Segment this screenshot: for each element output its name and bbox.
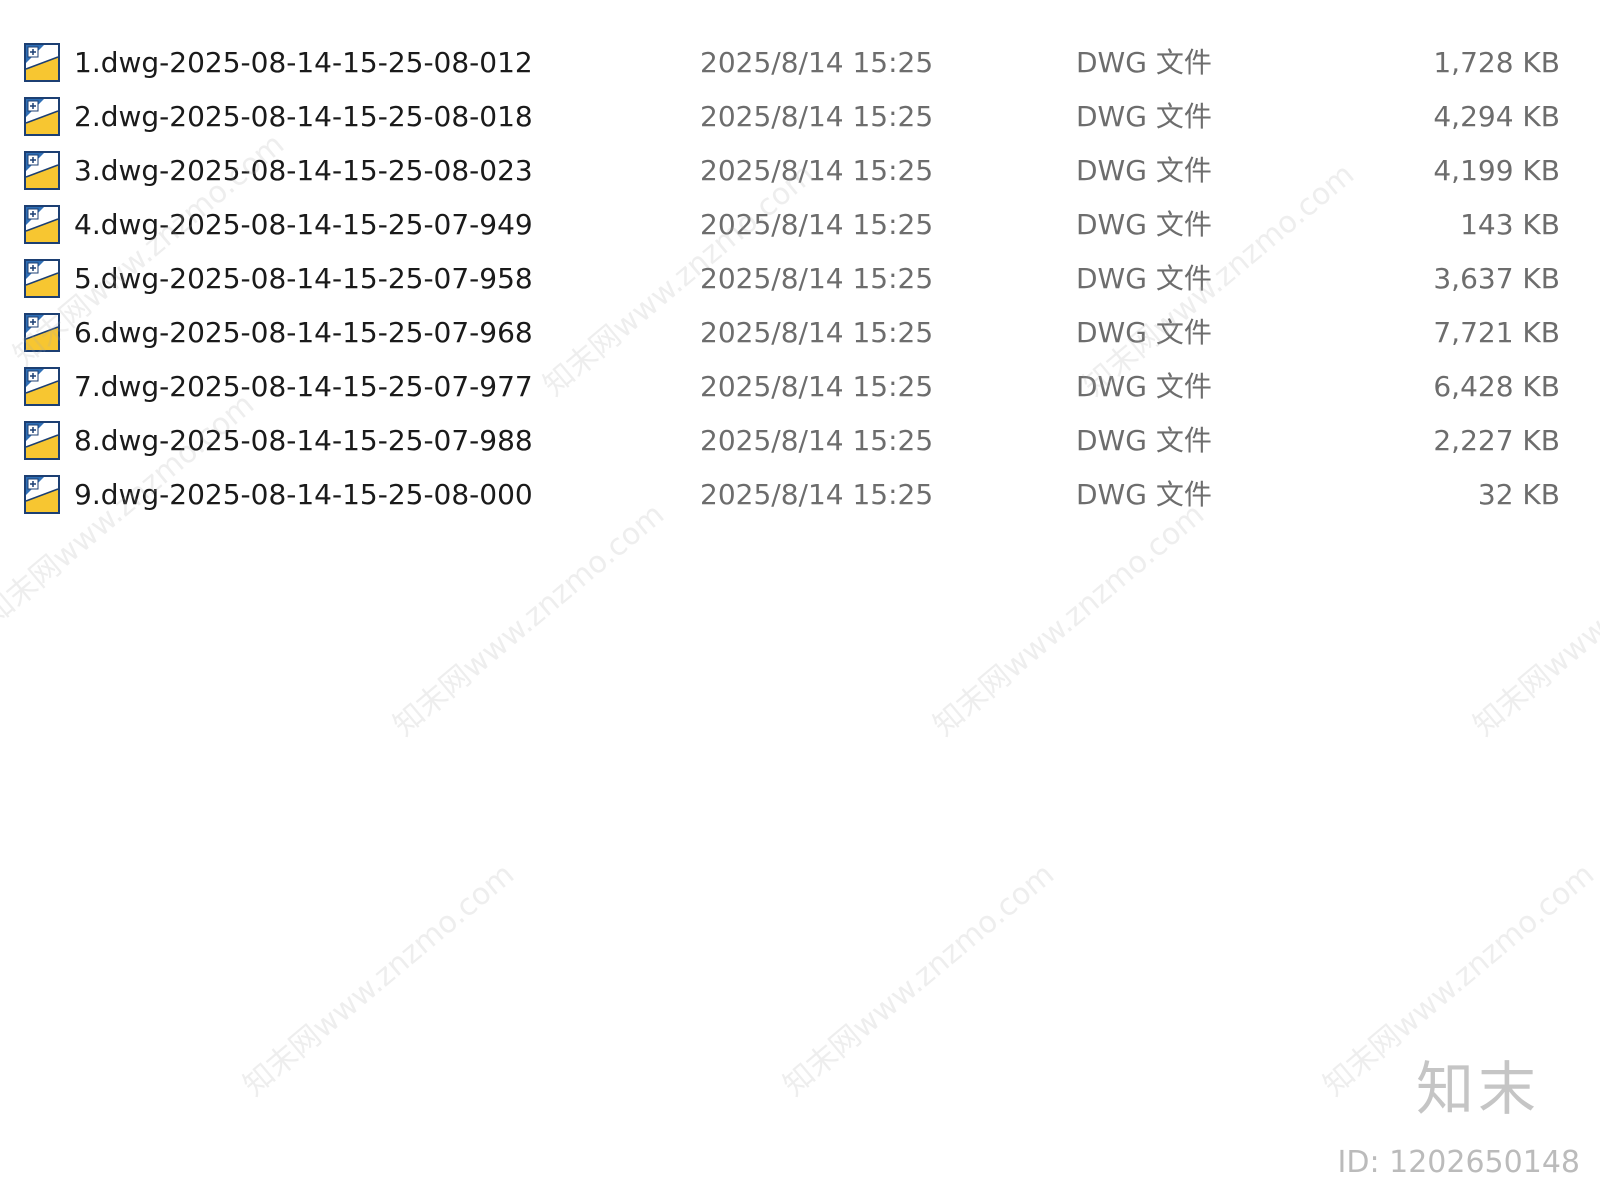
file-size: 7,721 KB xyxy=(1433,316,1560,349)
dwg-file-icon xyxy=(24,421,62,461)
watermark-text: 知末网www.znzmo.com xyxy=(236,856,522,1104)
file-modified-date: 2025/8/14 15:25 xyxy=(700,154,934,187)
file-type: DWG 文件 xyxy=(1076,208,1212,241)
file-row[interactable]: 6.dwg-2025-08-14-15-25-07-968 2025/8/14 … xyxy=(0,306,1600,360)
dwg-file-icon xyxy=(24,205,62,245)
brand-logo: 知末 xyxy=(1415,1055,1540,1123)
file-modified-date: 2025/8/14 15:25 xyxy=(700,262,934,295)
file-modified-date: 2025/8/14 15:25 xyxy=(700,100,934,133)
file-modified-date: 2025/8/14 15:25 xyxy=(700,208,934,241)
dwg-file-icon xyxy=(24,43,62,83)
file-name[interactable]: 6.dwg-2025-08-14-15-25-07-968 xyxy=(74,306,533,360)
file-modified-date: 2025/8/14 15:25 xyxy=(700,478,934,511)
watermark-text: 知末网www.znzmo.com xyxy=(776,856,1062,1104)
file-size: 3,637 KB xyxy=(1433,262,1560,295)
file-name[interactable]: 5.dwg-2025-08-14-15-25-07-958 xyxy=(74,252,533,306)
brand-id-label: ID: 1202650148 xyxy=(1337,1145,1580,1180)
dwg-file-icon xyxy=(24,259,62,299)
file-row[interactable]: 2.dwg-2025-08-14-15-25-08-018 2025/8/14 … xyxy=(0,90,1600,144)
file-size: 4,294 KB xyxy=(1433,100,1560,133)
file-type: DWG 文件 xyxy=(1076,46,1212,79)
file-type: DWG 文件 xyxy=(1076,370,1212,403)
file-type: DWG 文件 xyxy=(1076,424,1212,457)
file-type: DWG 文件 xyxy=(1076,316,1212,349)
watermark-text: 知末网www.znzmo.com xyxy=(926,496,1212,744)
file-modified-date: 2025/8/14 15:25 xyxy=(700,370,934,403)
file-modified-date: 2025/8/14 15:25 xyxy=(700,46,934,79)
dwg-file-icon xyxy=(24,151,62,191)
file-size: 2,227 KB xyxy=(1433,424,1560,457)
file-list: 1.dwg-2025-08-14-15-25-08-012 2025/8/14 … xyxy=(0,36,1600,522)
file-type: DWG 文件 xyxy=(1076,100,1212,133)
file-size: 6,428 KB xyxy=(1433,370,1560,403)
file-row[interactable]: 7.dwg-2025-08-14-15-25-07-977 2025/8/14 … xyxy=(0,360,1600,414)
file-name[interactable]: 2.dwg-2025-08-14-15-25-08-018 xyxy=(74,90,533,144)
file-row[interactable]: 4.dwg-2025-08-14-15-25-07-949 2025/8/14 … xyxy=(0,198,1600,252)
file-name[interactable]: 4.dwg-2025-08-14-15-25-07-949 xyxy=(74,198,533,252)
file-size: 1,728 KB xyxy=(1433,46,1560,79)
file-modified-date: 2025/8/14 15:25 xyxy=(700,424,934,457)
file-type: DWG 文件 xyxy=(1076,478,1212,511)
file-name[interactable]: 7.dwg-2025-08-14-15-25-07-977 xyxy=(74,360,533,414)
dwg-file-icon xyxy=(24,475,62,515)
file-name[interactable]: 9.dwg-2025-08-14-15-25-08-000 xyxy=(74,468,533,522)
dwg-file-icon xyxy=(24,367,62,407)
file-row[interactable]: 1.dwg-2025-08-14-15-25-08-012 2025/8/14 … xyxy=(0,36,1600,90)
file-row[interactable]: 5.dwg-2025-08-14-15-25-07-958 2025/8/14 … xyxy=(0,252,1600,306)
file-row[interactable]: 9.dwg-2025-08-14-15-25-08-000 2025/8/14 … xyxy=(0,468,1600,522)
file-name[interactable]: 1.dwg-2025-08-14-15-25-08-012 xyxy=(74,36,533,90)
file-type: DWG 文件 xyxy=(1076,154,1212,187)
file-size: 4,199 KB xyxy=(1433,154,1560,187)
file-size: 32 KB xyxy=(1477,478,1560,511)
watermark-text: 知末网www.znzmo.com xyxy=(386,496,672,744)
file-size: 143 KB xyxy=(1460,208,1560,241)
file-name[interactable]: 3.dwg-2025-08-14-15-25-08-023 xyxy=(74,144,533,198)
dwg-file-icon xyxy=(24,97,62,137)
dwg-file-icon xyxy=(24,313,62,353)
file-row[interactable]: 3.dwg-2025-08-14-15-25-08-023 2025/8/14 … xyxy=(0,144,1600,198)
file-name[interactable]: 8.dwg-2025-08-14-15-25-07-988 xyxy=(74,414,533,468)
file-row[interactable]: 8.dwg-2025-08-14-15-25-07-988 2025/8/14 … xyxy=(0,414,1600,468)
file-type: DWG 文件 xyxy=(1076,262,1212,295)
watermark-text: 知末网www.znzmo.com xyxy=(1466,496,1600,744)
file-modified-date: 2025/8/14 15:25 xyxy=(700,316,934,349)
